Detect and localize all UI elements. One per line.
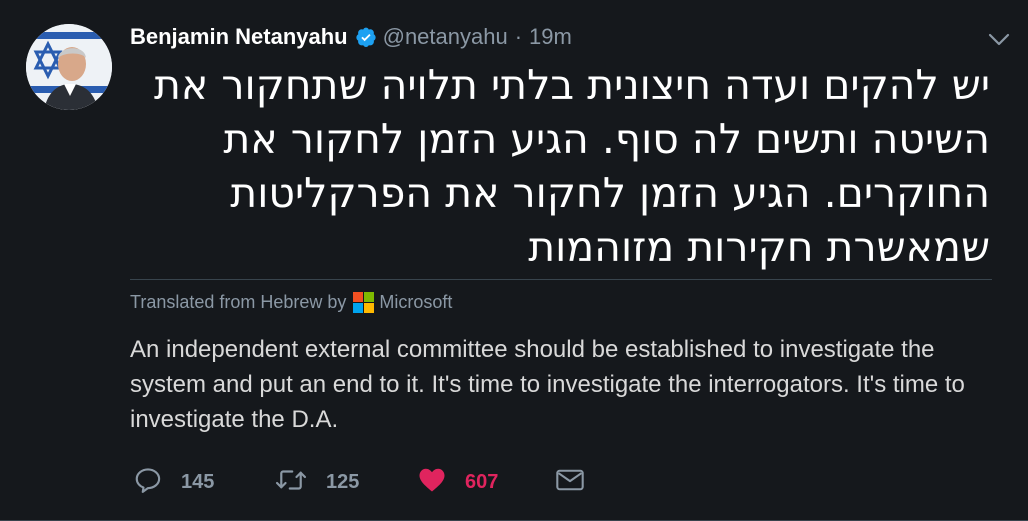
retweet-count: 125 bbox=[326, 471, 360, 493]
author-name[interactable]: Benjamin Netanyahu bbox=[130, 24, 348, 50]
tweet-header: Benjamin Netanyahu @netanyahu · 19m bbox=[130, 22, 572, 52]
translator-name[interactable]: Microsoft bbox=[379, 292, 452, 313]
retweet-icon bbox=[274, 465, 308, 500]
heart-icon bbox=[417, 465, 447, 500]
tweet-timestamp[interactable]: 19m bbox=[529, 24, 572, 50]
envelope-icon bbox=[555, 467, 585, 498]
reply-icon bbox=[133, 465, 163, 500]
tweet-card: Benjamin Netanyahu @netanyahu · 19m יש ל… bbox=[0, 0, 1028, 521]
header-separator: · bbox=[514, 24, 523, 49]
tweet-text-translation: An independent external committee should… bbox=[130, 336, 965, 433]
chevron-down-icon[interactable] bbox=[984, 28, 1014, 52]
translated-label: Translated from Hebrew by bbox=[130, 292, 347, 312]
share-button[interactable] bbox=[555, 467, 585, 498]
reply-count: 145 bbox=[181, 471, 215, 493]
retweet-button[interactable]: 125 bbox=[274, 465, 417, 500]
tweet-actions: 145 125 607 bbox=[133, 465, 585, 500]
divider bbox=[130, 279, 992, 280]
microsoft-logo-icon bbox=[353, 292, 375, 313]
tweet-text-hebrew: יש להקים ועדה חיצונית בלתי תלויה שתחקור … bbox=[153, 61, 990, 271]
avatar[interactable] bbox=[26, 24, 112, 110]
like-button[interactable]: 607 bbox=[417, 465, 555, 500]
verified-badge-icon bbox=[355, 26, 377, 48]
translation-attribution: Translated from Hebrew by Microsoft bbox=[130, 292, 452, 313]
author-handle[interactable]: @netanyahu bbox=[383, 24, 508, 50]
like-count: 607 bbox=[465, 471, 499, 493]
reply-button[interactable]: 145 bbox=[133, 465, 274, 500]
